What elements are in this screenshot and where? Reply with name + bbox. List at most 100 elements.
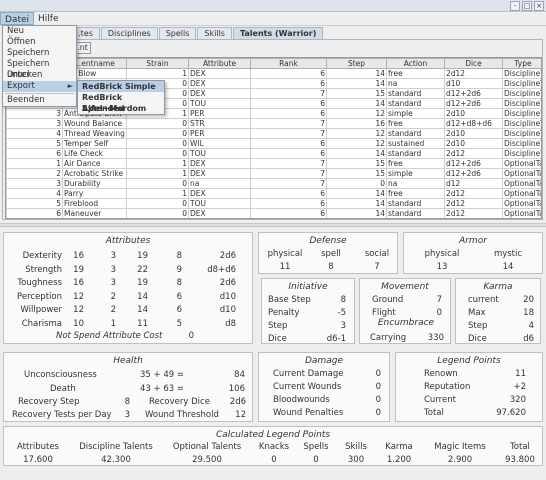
movement-title: Movement (381, 282, 429, 292)
initiative-label: Step (268, 321, 288, 331)
table-row[interactable]: ...d Blow1DEX614free2d12DisciplineTalent (6, 68, 541, 79)
damage-value: 0 (375, 369, 381, 379)
col-header[interactable]: Action (386, 58, 445, 69)
table-cell: 0 (126, 138, 189, 149)
attribute-name: Strength (25, 264, 62, 275)
col-header[interactable]: Strain (126, 58, 189, 69)
minimize-button[interactable]: - (510, 1, 520, 11)
movement-value: 0 (436, 308, 442, 318)
table-cell: 15 (326, 158, 387, 169)
col-header[interactable]: Dice (444, 58, 503, 69)
attribute-value: 3 (110, 251, 116, 261)
table-cell: 6 (6, 148, 63, 159)
tab-spells[interactable]: Spells (158, 27, 197, 39)
table-row[interactable]: 1Air Dance1DEX715freed12+2d6OptionalTale… (6, 158, 541, 169)
legend-points-title: Legend Points (437, 356, 501, 366)
table-cell: 6 (250, 148, 327, 159)
table-cell: 2d12 (444, 198, 503, 209)
tab-disciplines[interactable]: Disciplines (100, 27, 158, 39)
col-header[interactable]: Rank (250, 58, 327, 69)
menu-separator (5, 93, 74, 94)
table-cell: d12+d8+d6 (444, 118, 503, 129)
menu-item-redbrick-extended[interactable]: RedBrick Extended (78, 92, 164, 113)
col-header[interactable]: Type (502, 58, 541, 69)
menu-hilfe[interactable]: Hilfe (34, 12, 62, 25)
table-cell: 14 (326, 148, 387, 159)
attribute-value: 14 (137, 305, 148, 315)
menu-item-export[interactable]: Export ► (3, 81, 76, 92)
carrying-label: Carrying (370, 333, 407, 343)
table-cell: standard (386, 88, 445, 99)
menu-item-speichern[interactable]: Speichern (3, 48, 76, 59)
menu-item-ajfel-mordom[interactable]: Ajfel+Mordom (78, 103, 164, 114)
movement-value: 7 (436, 295, 442, 305)
table-cell: free (386, 68, 445, 79)
defense-title: Defense (309, 236, 347, 246)
menu-datei[interactable]: Datei (0, 12, 35, 25)
menu-item-beenden[interactable]: Beenden (3, 95, 76, 106)
table-row[interactable]: 5 Temper Self 0 WIL 6 12 sustained 2d10 Discipli… (6, 138, 541, 149)
table-cell: DisciplineTalent (502, 98, 541, 109)
attribute-value: 11 (137, 318, 148, 329)
menu-item-redbrick-simple[interactable]: RedBrick Simple (78, 81, 164, 92)
menu-item-oeffnen[interactable]: Öffnen (3, 37, 76, 48)
health-panel: Health Unconsciousness 35 + 49 = 84 Deat… (3, 352, 253, 422)
maximize-button[interactable]: □ (522, 1, 532, 11)
tab-skills[interactable]: Skills (197, 27, 232, 39)
table-cell: 12 (326, 108, 387, 119)
table-cell: 5 (6, 138, 63, 149)
table-cell: 0 (126, 198, 189, 209)
table-row[interactable]: 5Fireblood0TOU614standard2d12OptionalTal… (6, 198, 541, 209)
menu-item-speichern-unter[interactable]: Speichern unter (3, 59, 76, 80)
table-cell: 6 (250, 98, 327, 109)
attribute-cost-label: Not Spend Attribute Cost (56, 331, 163, 341)
col-header[interactable]: Step (326, 58, 387, 69)
table-row[interactable]: 3 Wound Balance 0 STR 7 16 free d12+d8+d6 Discip… (6, 118, 541, 129)
calculated-header: Skills (345, 442, 367, 452)
col-header[interactable]: Attribute (188, 58, 251, 69)
table-row[interactable]: 6 Life Check 0 TOU 6 14 standard 2d12 Discipline… (6, 148, 541, 159)
defense-panel: Defense physical spell social 11 8 7 (258, 232, 398, 274)
menu-item-neu[interactable]: Neu (3, 26, 76, 37)
table-row[interactable]: 4Parry1DEX614free2d12OptionalTalent (6, 188, 541, 199)
karma-value: 4 (528, 321, 534, 331)
movement-label: Flight (372, 308, 396, 318)
table-cell: d12 (444, 178, 503, 189)
talents-table-header: ...entname Strain Attribute Rank Step Ac… (6, 58, 541, 69)
defense-value: 11 (279, 262, 291, 272)
calculated-header: Attributes (17, 442, 59, 452)
attribute-cost-value: 0 (188, 331, 194, 341)
unconsciousness-label: Unconsciousness (24, 370, 97, 380)
table-cell: 1 (126, 188, 189, 199)
table-cell: 3 (6, 108, 63, 119)
attribute-value: 8 (176, 251, 182, 261)
table-row[interactable]: 4 Thread Weaving 0 PER 7 12 standard 2d10 Discip… (6, 128, 541, 139)
talents-tab-panel: ...nt ...entname Strain Attribute Rank S… (2, 39, 543, 220)
table-cell: 7 (250, 88, 327, 99)
table-row[interactable]: 6Maneuver0DEX614standard2d12OptionalTale… (6, 208, 541, 218)
menu-item-drucken[interactable]: Drucken (3, 70, 76, 81)
damage-title: Damage (305, 356, 343, 366)
table-cell: 7 (250, 178, 327, 189)
table-cell: 0 (126, 208, 189, 218)
table-cell: 7 (250, 128, 327, 139)
table-cell: 0 (126, 118, 189, 129)
calculated-header: Total (510, 442, 530, 452)
table-cell: DEX (188, 78, 251, 89)
carrying-value: 330 (427, 333, 444, 343)
close-button[interactable]: × (534, 1, 544, 11)
split-pane-divider[interactable] (0, 223, 546, 227)
table-cell: WIL (188, 138, 251, 149)
table-row[interactable]: 2 Acrobatic Strike 1 DEX 7 15 simple d12+2d6 Opt… (6, 168, 541, 179)
table-cell: 6 (6, 208, 63, 218)
table-cell: 2d12 (444, 68, 503, 79)
attribute-value: d10 (219, 305, 236, 315)
recovery-tests-value: 3 (124, 410, 130, 420)
calculated-header: Magic Items (434, 442, 486, 452)
attributes-panel: Attributes Dexterity 16 3 19 8 2d6 Strength 19 3… (3, 232, 253, 344)
tab-talents-warrior[interactable]: Talents (Warrior) (232, 27, 324, 39)
attribute-value: 22 (137, 264, 148, 275)
table-row[interactable]: 3Durability0na70nad12OptionalTalent (6, 178, 541, 189)
movement-panel: Movement Ground 7 Flight 0 Encumbrace Carry… (359, 278, 451, 344)
table-cell: sustained (386, 138, 445, 149)
